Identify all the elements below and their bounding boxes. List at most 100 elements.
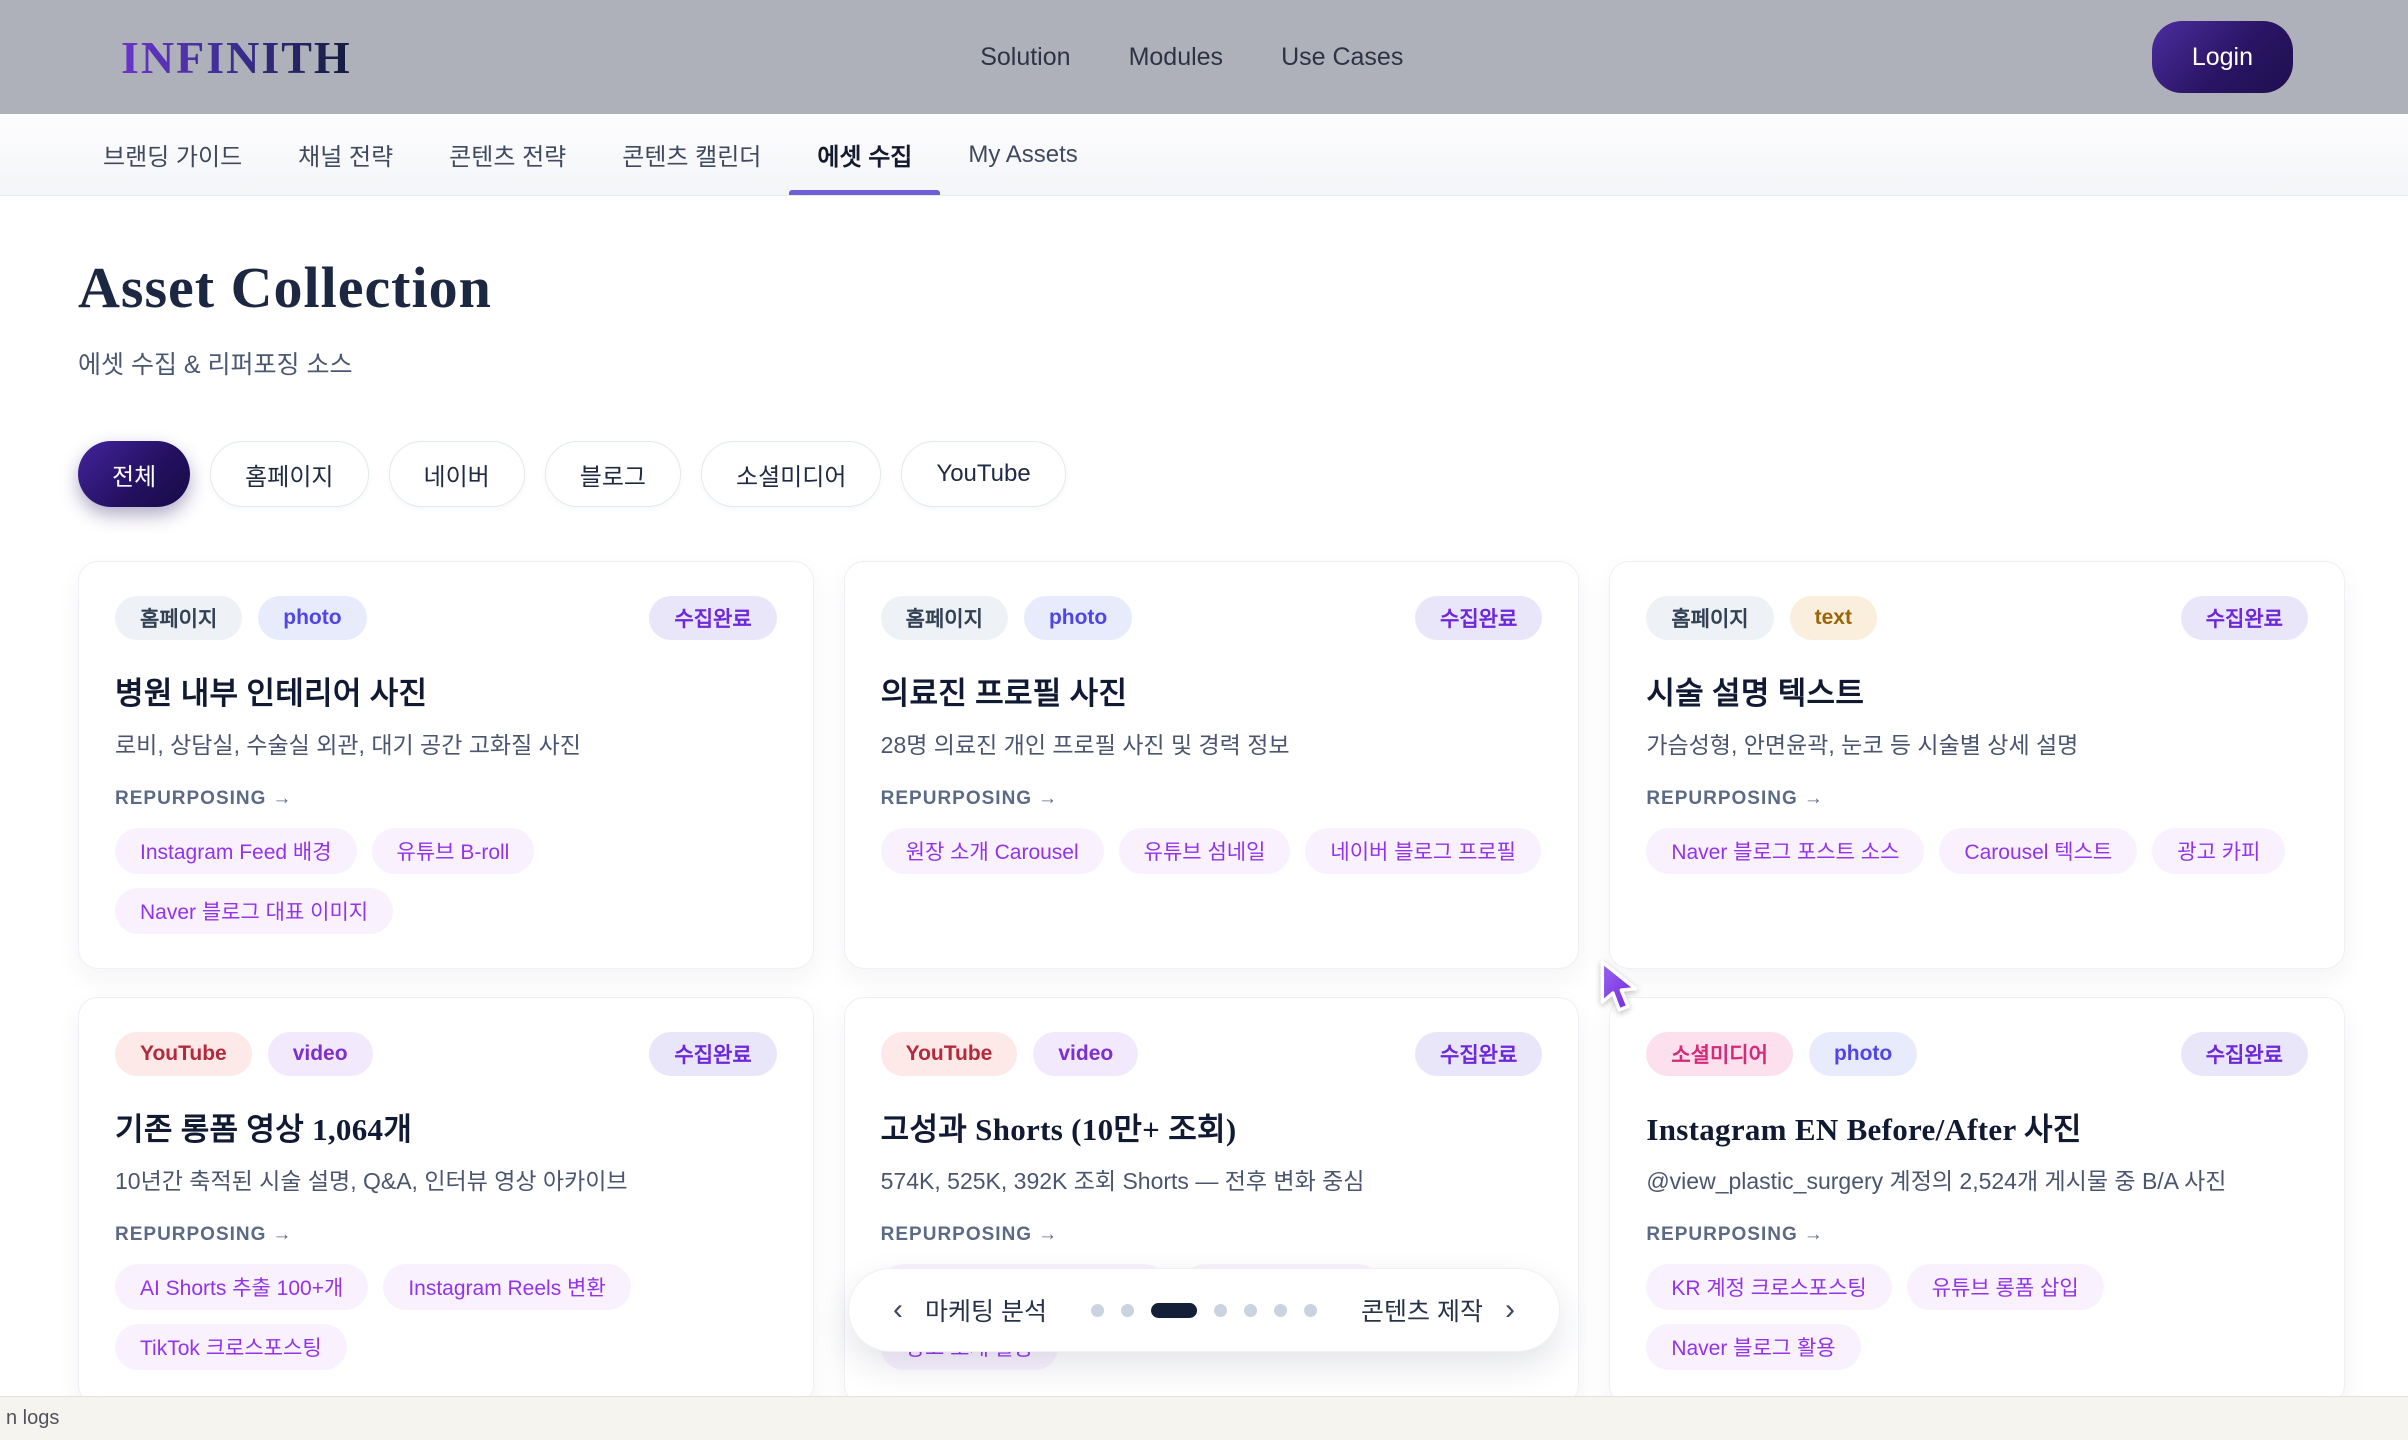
infinith-logo[interactable]: INFINITH bbox=[121, 31, 352, 84]
filter-youtube[interactable]: YouTube bbox=[901, 441, 1065, 507]
repurposing-label: REPURPOSING→ bbox=[1646, 788, 2308, 810]
platform-tag: 홈페이지 bbox=[881, 596, 1008, 640]
carousel-dot[interactable] bbox=[1244, 1304, 1257, 1317]
footer-logs-text: n logs bbox=[6, 1407, 59, 1430]
type-tag: video bbox=[268, 1032, 373, 1076]
repurposing-tag: 유튜브 B-roll bbox=[372, 828, 535, 874]
repurposing-tag: Instagram Feed 배경 bbox=[115, 828, 357, 874]
repurposing-tag: Naver 블로그 대표 이미지 bbox=[115, 888, 393, 934]
section-carousel-nav: ‹ 마케팅 분석 콘텐츠 제작 › bbox=[848, 1268, 1560, 1352]
carousel-prev-button[interactable]: ‹ 마케팅 분석 bbox=[893, 1292, 1047, 1328]
repurposing-label: REPURPOSING→ bbox=[881, 788, 1543, 810]
repurposing-tag: 원장 소개 Carousel bbox=[881, 828, 1104, 874]
status-badge: 수집완료 bbox=[2181, 596, 2308, 640]
repurposing-label: REPURPOSING→ bbox=[1646, 1224, 2308, 1246]
tab-branding-guide[interactable]: 브랜딩 가이드 bbox=[75, 114, 270, 195]
repurposing-tag: 유튜브 섬네일 bbox=[1119, 828, 1291, 874]
carousel-next-button[interactable]: 콘텐츠 제작 › bbox=[1361, 1292, 1515, 1328]
carousel-dot[interactable] bbox=[1274, 1304, 1287, 1317]
tag-row: 홈페이지 photo 수집완료 bbox=[115, 596, 777, 640]
carousel-dots bbox=[1091, 1303, 1317, 1318]
tag-row: 홈페이지 photo 수집완료 bbox=[881, 596, 1543, 640]
card-title: 병원 내부 인테리어 사진 bbox=[115, 668, 777, 713]
status-badge: 수집완료 bbox=[1415, 596, 1542, 640]
carousel-prev-label: 마케팅 분석 bbox=[925, 1292, 1047, 1328]
asset-collection-page: INFINITH Solution Modules Use Cases Logi… bbox=[0, 0, 2408, 1440]
carousel-dot[interactable] bbox=[1304, 1304, 1317, 1317]
main-content: Asset Collection 에셋 수집 & 리퍼포징 소스 전체 홈페이지… bbox=[0, 254, 2408, 1405]
top-header: INFINITH Solution Modules Use Cases Logi… bbox=[0, 0, 2408, 114]
filter-homepage[interactable]: 홈페이지 bbox=[210, 441, 368, 507]
asset-card-staff-profile[interactable]: 홈페이지 photo 수집완료 의료진 프로필 사진 28명 의료진 개인 프로… bbox=[844, 561, 1580, 969]
type-tag: video bbox=[1033, 1032, 1138, 1076]
repurposing-tag: Instagram Reels 변환 bbox=[383, 1264, 630, 1310]
asset-card-longform-videos[interactable]: YouTube video 수집완료 기존 롱폼 영상 1,064개 10년간 … bbox=[78, 997, 814, 1405]
tab-my-assets[interactable]: My Assets bbox=[940, 114, 1105, 195]
login-button[interactable]: Login bbox=[2152, 21, 2293, 93]
tag-row: 소셜미디어 photo 수집완료 bbox=[1646, 1032, 2308, 1076]
carousel-dot[interactable] bbox=[1091, 1304, 1104, 1317]
status-badge: 수집완료 bbox=[1415, 1032, 1542, 1076]
nav-item-modules[interactable]: Modules bbox=[1129, 43, 1224, 72]
card-title: 의료진 프로필 사진 bbox=[881, 668, 1543, 713]
arrow-right-icon: → bbox=[1038, 1224, 1057, 1245]
platform-tag: 홈페이지 bbox=[1646, 596, 1773, 640]
card-description: 10년간 축적된 시술 설명, Q&A, 인터뷰 영상 아카이브 bbox=[115, 1162, 777, 1196]
status-badge: 수집완료 bbox=[649, 1032, 776, 1076]
card-title: 시술 설명 텍스트 bbox=[1646, 668, 2308, 713]
filter-bar: 전체 홈페이지 네이버 블로그 소셜미디어 YouTube bbox=[78, 441, 2345, 507]
tab-content-calendar[interactable]: 콘텐츠 캘린더 bbox=[594, 114, 789, 195]
repurposing-tag: 유튜브 롱폼 삽입 bbox=[1907, 1264, 2104, 1310]
repurposing-tags: AI Shorts 추출 100+개 Instagram Reels 변환 Ti… bbox=[115, 1264, 645, 1370]
repurposing-label: REPURPOSING→ bbox=[115, 788, 777, 810]
type-tag: text bbox=[1790, 596, 1877, 640]
filter-all[interactable]: 전체 bbox=[78, 441, 190, 507]
section-tabs: 브랜딩 가이드 채널 전략 콘텐츠 전략 콘텐츠 캘린더 에셋 수집 My As… bbox=[0, 114, 2408, 196]
tab-asset-collection[interactable]: 에셋 수집 bbox=[789, 114, 940, 195]
card-description: 로비, 상담실, 수술실 외관, 대기 공간 고화질 사진 bbox=[115, 726, 777, 760]
status-badge: 수집완료 bbox=[649, 596, 776, 640]
card-description: @view_plastic_surgery 계정의 2,524개 게시물 중 B… bbox=[1646, 1162, 2308, 1196]
type-tag: photo bbox=[1809, 1032, 1917, 1076]
chevron-right-icon: › bbox=[1505, 1295, 1515, 1325]
card-title: 기존 롱폼 영상 1,064개 bbox=[115, 1104, 777, 1149]
carousel-next-label: 콘텐츠 제작 bbox=[1361, 1292, 1483, 1328]
filter-social[interactable]: 소셜미디어 bbox=[701, 441, 881, 507]
repurposing-tag: AI Shorts 추출 100+개 bbox=[115, 1264, 368, 1310]
repurposing-tags: Instagram Feed 배경 유튜브 B-roll Naver 블로그 대… bbox=[115, 828, 777, 934]
arrow-right-icon: → bbox=[1804, 1224, 1823, 1245]
card-title: 고성과 Shorts (10만+ 조회) bbox=[881, 1104, 1543, 1149]
arrow-right-icon: → bbox=[1038, 788, 1057, 809]
repurposing-tag: 광고 카피 bbox=[2152, 828, 2285, 874]
repurposing-tags: KR 계정 크로스포스팅 유튜브 롱폼 삽입 Naver 블로그 활용 bbox=[1646, 1264, 2308, 1370]
repurposing-label: REPURPOSING→ bbox=[881, 1224, 1543, 1246]
card-title: Instagram EN Before/After 사진 bbox=[1646, 1104, 2308, 1149]
page-title: Asset Collection bbox=[78, 254, 2345, 321]
nav-item-use-cases[interactable]: Use Cases bbox=[1281, 43, 1403, 72]
repurposing-tag: KR 계정 크로스포스팅 bbox=[1646, 1264, 1891, 1310]
nav-item-solution[interactable]: Solution bbox=[980, 43, 1070, 72]
carousel-dot[interactable] bbox=[1121, 1304, 1134, 1317]
repurposing-label: REPURPOSING→ bbox=[115, 1224, 777, 1246]
repurposing-tags: 원장 소개 Carousel 유튜브 섬네일 네이버 블로그 프로필 bbox=[881, 828, 1543, 874]
filter-blog[interactable]: 블로그 bbox=[545, 441, 681, 507]
card-description: 가슴성형, 안면윤곽, 눈코 등 시술별 상세 설명 bbox=[1646, 726, 2308, 760]
asset-card-hospital-interior[interactable]: 홈페이지 photo 수집완료 병원 내부 인테리어 사진 로비, 상담실, 수… bbox=[78, 561, 814, 969]
repurposing-tag: 네이버 블로그 프로필 bbox=[1305, 828, 1541, 874]
carousel-dot[interactable] bbox=[1214, 1304, 1227, 1317]
platform-tag: 소셜미디어 bbox=[1646, 1032, 1793, 1076]
repurposing-tag: Naver 블로그 포스트 소스 bbox=[1646, 828, 1924, 874]
footer-bar: n logs bbox=[0, 1396, 2408, 1440]
platform-tag: YouTube bbox=[881, 1032, 1018, 1076]
type-tag: photo bbox=[258, 596, 366, 640]
tab-channel-strategy[interactable]: 채널 전략 bbox=[270, 114, 421, 195]
filter-naver[interactable]: 네이버 bbox=[389, 441, 525, 507]
tab-content-strategy[interactable]: 콘텐츠 전략 bbox=[421, 114, 594, 195]
arrow-right-icon: → bbox=[1804, 788, 1823, 809]
carousel-dot-active[interactable] bbox=[1151, 1303, 1197, 1318]
status-badge: 수집완료 bbox=[2181, 1032, 2308, 1076]
asset-card-instagram-ba[interactable]: 소셜미디어 photo 수집완료 Instagram EN Before/Aft… bbox=[1609, 997, 2345, 1405]
repurposing-tag: Naver 블로그 활용 bbox=[1646, 1324, 1860, 1370]
asset-card-procedure-text[interactable]: 홈페이지 text 수집완료 시술 설명 텍스트 가슴성형, 안면윤곽, 눈코 … bbox=[1609, 561, 2345, 969]
repurposing-tag: TikTok 크로스포스팅 bbox=[115, 1324, 347, 1370]
